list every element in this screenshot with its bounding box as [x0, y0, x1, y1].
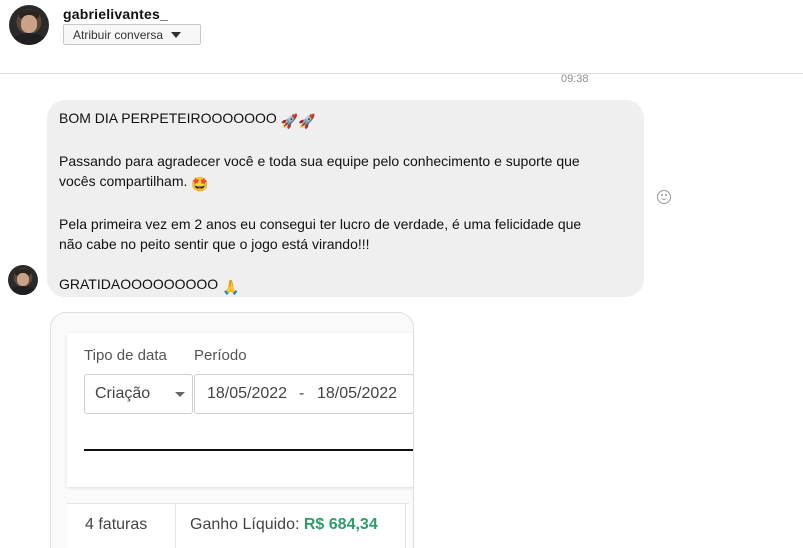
attachment-image[interactable]: Tipo de data Período Criação 18/05/2022 … [50, 312, 414, 548]
assign-conversation-label: Atribuir conversa [73, 27, 164, 42]
message-line: vocês compartilham. 🤩 [59, 171, 632, 194]
sender-avatar[interactable] [8, 265, 38, 295]
date-from: 18/05/2022 [207, 385, 288, 402]
date-type-select: Criação [84, 374, 193, 414]
chevron-down-icon [175, 392, 185, 397]
net-gain-label: Ganho Líquido: [190, 516, 300, 533]
stats-bar: 4 faturas Ganho Líquido: R$ 684,34 [67, 503, 409, 548]
message-line: Pela primeira vez em 2 anos eu consegui … [59, 216, 582, 232]
conversation-header: gabrielivantes_ Atribuir conversa [0, 0, 803, 74]
date-type-value: Criação [95, 385, 151, 402]
smiley-icon[interactable] [657, 190, 671, 204]
rocket-emoji: 🚀🚀 [280, 113, 316, 129]
date-range-field: 18/05/2022 - 18/05/2022 [194, 374, 413, 414]
tipo-data-label: Tipo de data [84, 347, 167, 364]
user-avatar[interactable] [9, 5, 49, 45]
username[interactable]: gabrielivantes_ [63, 6, 168, 22]
chevron-down-icon [171, 31, 182, 38]
date-filter-panel: Tipo de data Período Criação 18/05/2022 … [67, 333, 413, 487]
net-gain: Ganho Líquido: R$ 684,34 [190, 516, 378, 534]
date-to: 18/05/2022 [317, 385, 398, 402]
message-line: BOM DIA PERPETEIROOOOOOO 🚀🚀 [59, 108, 632, 131]
message-bubble: BOM DIA PERPETEIROOOOOOO 🚀🚀 Passando par… [47, 100, 644, 297]
divider-line [84, 449, 413, 451]
stats-divider [175, 504, 176, 548]
thanks-text: vocês compartilham. [59, 173, 188, 189]
assign-conversation-button[interactable]: Atribuir conversa [63, 24, 201, 45]
invoice-count: 4 faturas [85, 516, 148, 533]
gratitude-text: GRATIDAOOOOOOOOO [59, 276, 219, 292]
avatar-face [21, 15, 37, 33]
message-line: não cabe no peito sentir que o jogo está… [59, 236, 370, 252]
avatar-face [17, 272, 29, 286]
message-timestamp: 09:38 [561, 73, 589, 85]
avatar-shirt [13, 33, 45, 45]
date-separator: - [299, 385, 305, 402]
star-struck-emoji: 🤩 [191, 176, 209, 192]
stats-divider [405, 504, 406, 548]
message-line: GRATIDAOOOOOOOOO 🙏 [59, 274, 632, 297]
greeting-text: BOM DIA PERPETEIROOOOOOO [59, 110, 277, 126]
periodo-label: Período [194, 347, 247, 364]
avatar-shirt [11, 286, 35, 295]
praying-hands-emoji: 🙏 [222, 279, 240, 295]
net-gain-value: R$ 684,34 [303, 516, 378, 533]
message-line: Passando para agradecer você e toda sua … [59, 153, 580, 169]
